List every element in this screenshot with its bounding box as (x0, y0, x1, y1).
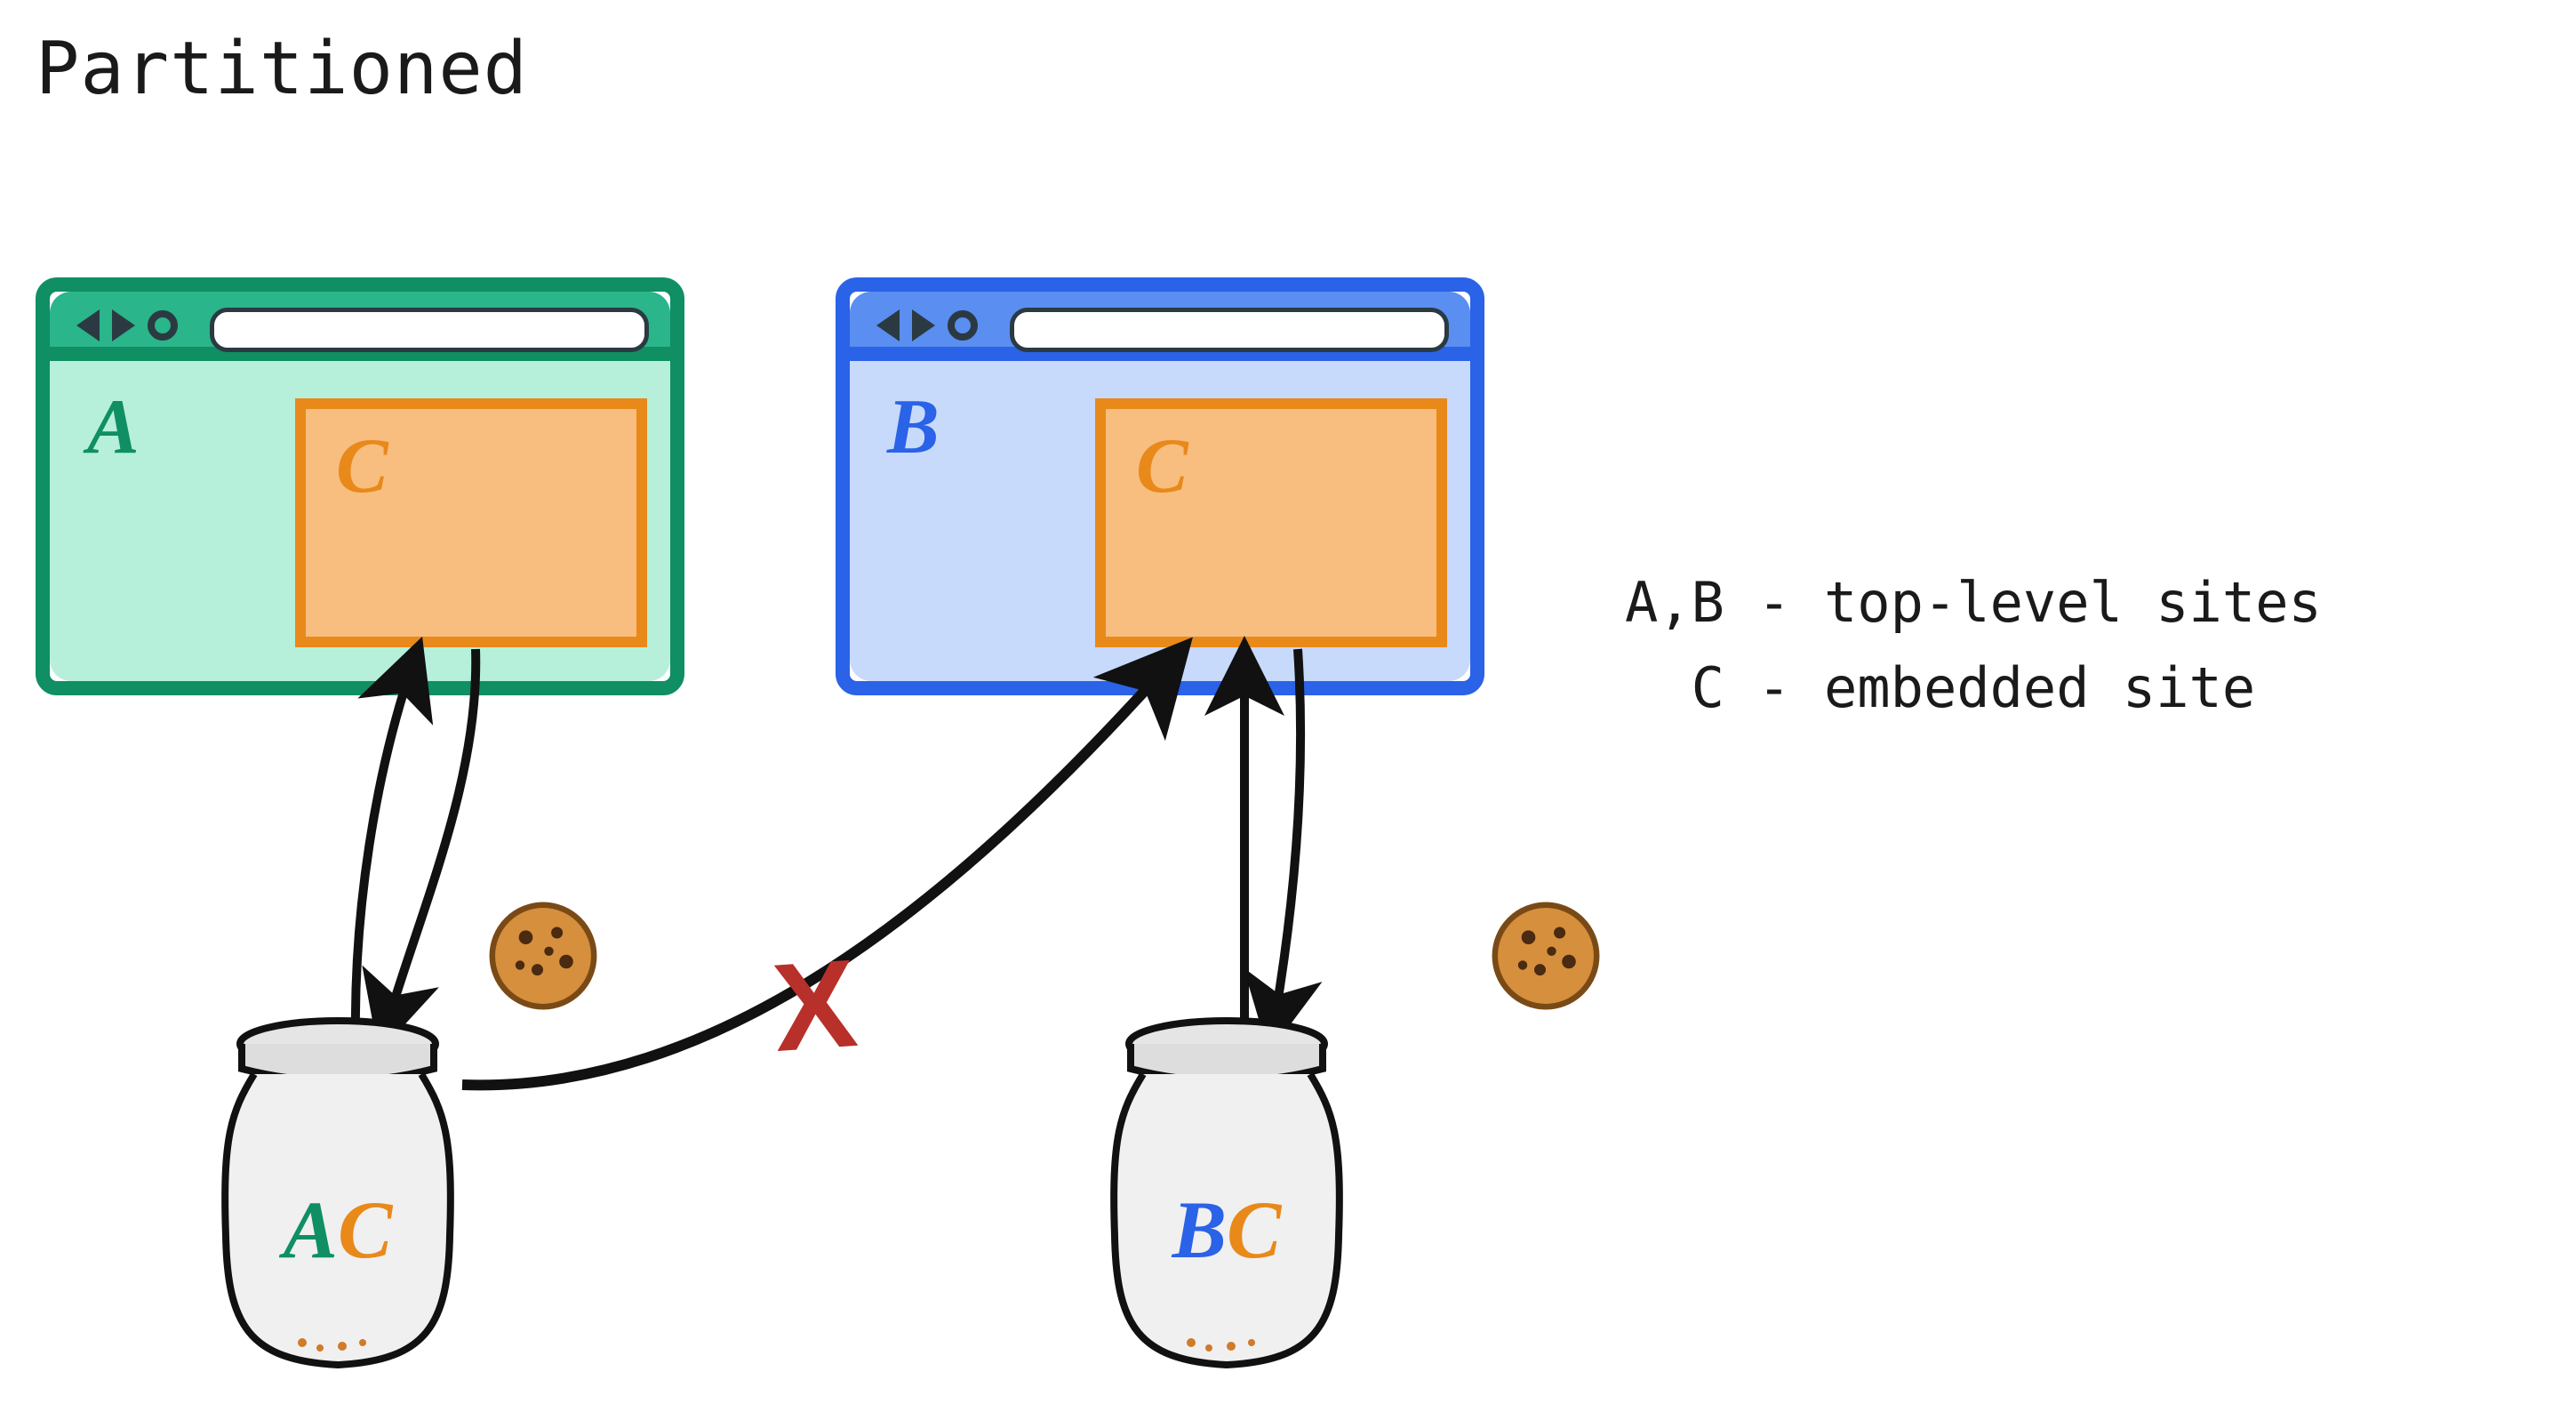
browser-window-a: A C (36, 277, 684, 695)
jar-b-label-embed: C (1227, 1184, 1281, 1275)
cookie-jar-ac: AC (196, 1005, 480, 1378)
jar-a-label-embed: C (338, 1184, 392, 1275)
cookie-icon-a (485, 898, 601, 1014)
forward-icon (912, 309, 935, 341)
diagram-canvas: Partitioned A,B - top-level sites C - em… (0, 0, 2576, 1428)
embedded-frame-c-in-a: C (295, 398, 647, 647)
browser-window-b: B C (836, 277, 1484, 695)
jar-b-label-top: B (1172, 1184, 1227, 1275)
reload-icon (948, 310, 978, 341)
legend-text: A,B - top-level sites C - embedded site (1625, 560, 2322, 731)
jar-a-label: AC (196, 1183, 480, 1277)
browser-a-url-bar (210, 308, 649, 352)
blocked-x-icon: X (768, 931, 860, 1080)
browser-b-nav-icons (876, 309, 978, 341)
reload-icon (148, 310, 178, 341)
browser-b-toolbar (850, 292, 1470, 361)
embed-label-c-b: C (1136, 421, 1188, 511)
site-a-label: A (87, 382, 140, 472)
browser-b-url-bar (1010, 308, 1449, 352)
back-icon (876, 309, 900, 341)
browser-a-content: A C (50, 361, 670, 681)
arrow-embed-a-to-jar-a (382, 649, 476, 1040)
forward-icon (112, 309, 135, 341)
cookie-jar-bc: BC (1084, 1005, 1369, 1378)
legend-line-2: C - embedded site (1625, 655, 2255, 720)
jar-b-label: BC (1084, 1183, 1369, 1277)
arrow-embed-b-to-jar-b (1271, 649, 1300, 1040)
diagram-title: Partitioned (36, 27, 528, 111)
jar-a-label-top: A (284, 1184, 338, 1275)
embedded-frame-c-in-b: C (1095, 398, 1447, 647)
browser-a-toolbar (50, 292, 670, 361)
legend-line-1: A,B - top-level sites (1625, 570, 2322, 635)
back-icon (76, 309, 100, 341)
arrow-jar-a-to-embed-a (356, 649, 418, 1040)
embed-label-c-a: C (336, 421, 388, 511)
browser-b-content: B C (850, 361, 1470, 681)
browser-a-nav-icons (76, 309, 178, 341)
cookie-icon-b (1488, 898, 1604, 1014)
site-b-label: B (887, 382, 940, 472)
